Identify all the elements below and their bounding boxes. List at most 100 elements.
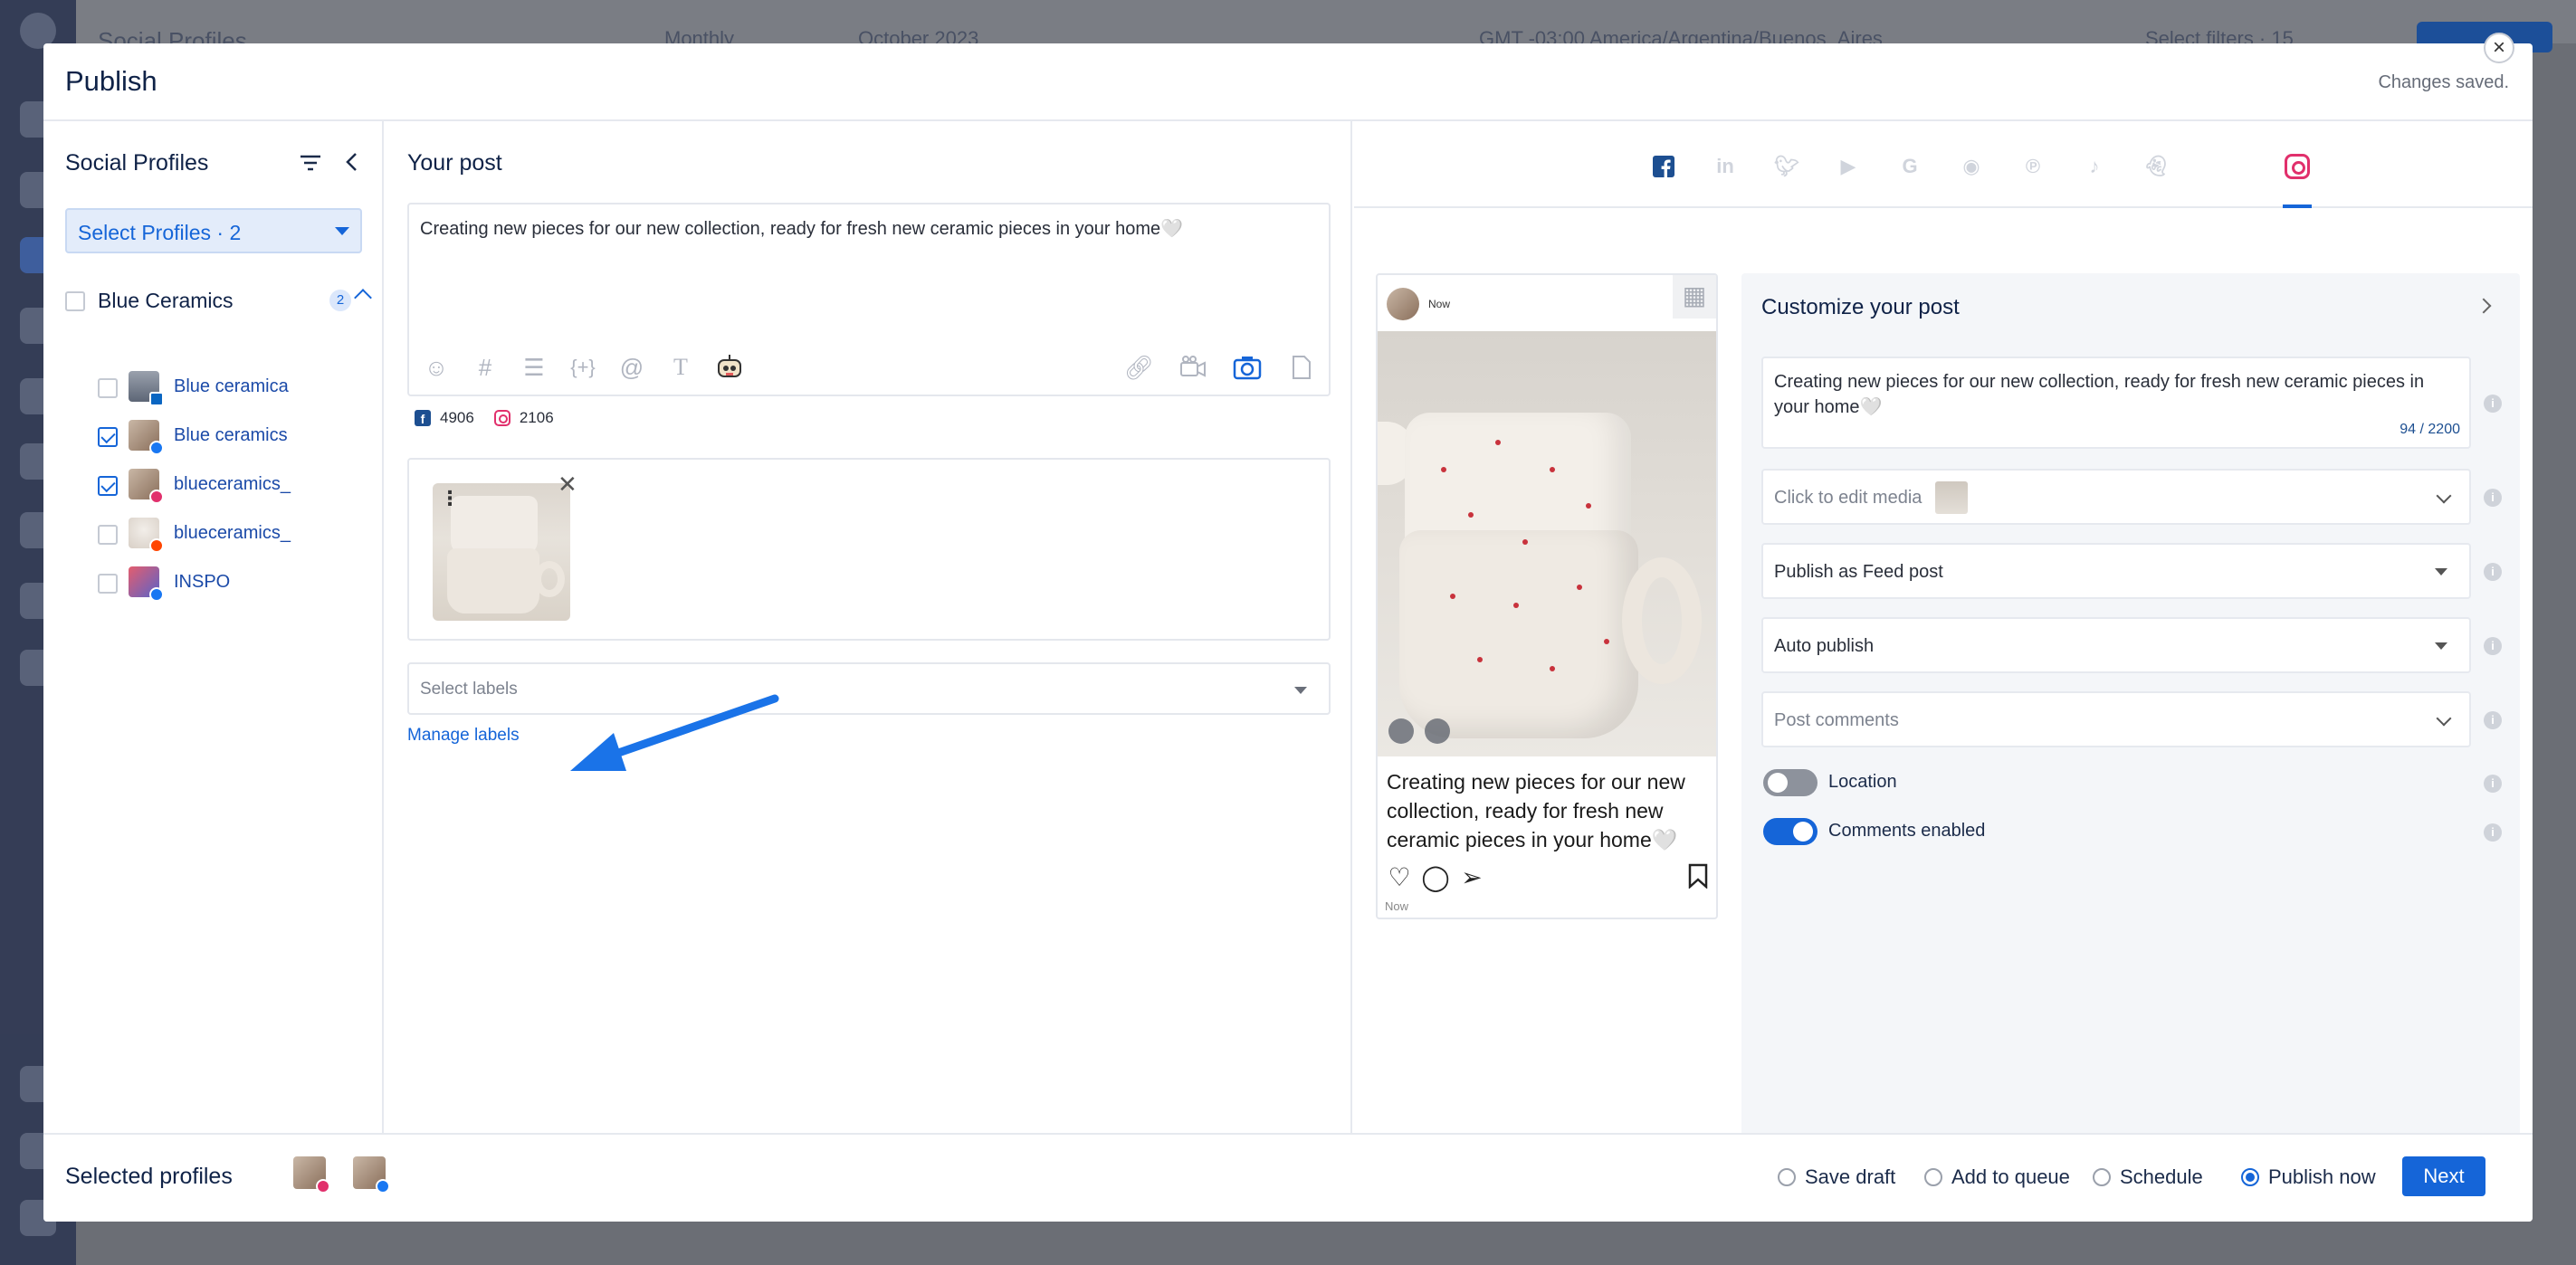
facebook-icon xyxy=(149,441,164,455)
chevron-down-icon xyxy=(2436,710,2452,727)
avatar xyxy=(1387,288,1419,320)
profile-row[interactable]: blueceramics_ xyxy=(98,518,369,554)
publish-as-select[interactable]: Publish as Feed post xyxy=(1761,543,2471,599)
avatar xyxy=(129,566,164,602)
chevron-down-icon xyxy=(2436,488,2452,504)
product-tag-icon[interactable] xyxy=(1425,718,1450,744)
tab-reddit[interactable]: ◉ xyxy=(1957,152,1986,181)
labels-dropdown[interactable]: Select labels xyxy=(407,662,1331,715)
camera-icon[interactable] xyxy=(1231,351,1264,384)
caret-down-icon xyxy=(2435,642,2447,650)
group-count-badge: 2 xyxy=(329,290,351,311)
radio-button[interactable] xyxy=(2241,1168,2259,1186)
profile-name: INSPO xyxy=(174,572,231,592)
manage-labels-link[interactable]: Manage labels xyxy=(407,726,520,746)
character-counter: 94 / 2200 xyxy=(2399,422,2460,437)
comments-toggle[interactable] xyxy=(1763,818,1818,845)
info-icon[interactable]: i xyxy=(2484,711,2502,729)
document-icon[interactable] xyxy=(1285,351,1318,384)
video-icon[interactable] xyxy=(1177,351,1209,384)
schedule-option[interactable]: Schedule xyxy=(2093,1165,2203,1189)
avatar[interactable] xyxy=(293,1156,330,1194)
chevron-up-icon[interactable] xyxy=(354,289,372,307)
app-topbar: Social Profiles Monthly October 2023 GMT… xyxy=(76,0,2576,54)
tab-snapchat[interactable]: 👻︎ xyxy=(2142,152,2171,181)
save-draft-option[interactable]: Save draft xyxy=(1778,1165,1895,1189)
instagram-icon xyxy=(149,490,164,504)
post-text[interactable]: Creating new pieces for our new collecti… xyxy=(420,217,1183,240)
close-icon[interactable]: × xyxy=(2484,33,2514,63)
modal-title: Publish xyxy=(65,65,157,97)
info-icon[interactable]: i xyxy=(2484,823,2502,842)
user-tag-icon[interactable] xyxy=(1388,718,1414,744)
tab-linkedin[interactable]: in xyxy=(1711,152,1740,181)
profile-checkbox[interactable] xyxy=(98,427,118,447)
chevron-right-icon[interactable] xyxy=(2476,298,2492,314)
character-counts: f 4906 2106 xyxy=(415,409,554,427)
instagram-count-value: 2106 xyxy=(519,409,554,426)
preview-customize-panel: in 🐦︎ ▶ G ◉ ℗ ♪ 👻︎ Now ▦ Creating new pi… xyxy=(1354,121,2533,1151)
group-checkbox[interactable] xyxy=(65,291,85,311)
add-to-queue-option[interactable]: Add to queue xyxy=(1924,1165,2070,1189)
variable-icon[interactable]: {+} xyxy=(567,351,599,384)
profile-checkbox[interactable] xyxy=(98,476,118,496)
tab-pinterest[interactable]: ℗ xyxy=(2018,152,2047,181)
post-text-editor[interactable]: Creating new pieces for our new collecti… xyxy=(407,203,1331,396)
text-format-icon[interactable]: T xyxy=(664,351,697,384)
profile-checkbox[interactable] xyxy=(98,378,118,398)
profile-row[interactable]: Blue ceramica xyxy=(98,371,369,407)
info-icon[interactable]: i xyxy=(2484,395,2502,413)
publish-now-option[interactable]: Publish now xyxy=(2241,1165,2376,1189)
emoji-icon[interactable]: ☺ xyxy=(420,351,453,384)
profile-row[interactable]: blueceramics_ xyxy=(98,469,369,505)
radio-button[interactable] xyxy=(1778,1168,1796,1186)
tab-youtube[interactable]: ▶ xyxy=(1834,152,1863,181)
robot-icon[interactable] xyxy=(713,351,746,384)
tab-twitter[interactable]: 🐦︎ xyxy=(1772,152,1801,181)
grid-view-icon[interactable]: ▦ xyxy=(1673,275,1716,319)
link-icon[interactable]: 🔗︎ xyxy=(1122,351,1155,384)
info-icon[interactable]: i xyxy=(2484,775,2502,793)
info-icon[interactable]: i xyxy=(2484,563,2502,581)
hashtag-icon[interactable]: # xyxy=(469,351,501,384)
post-comments-placeholder: Post comments xyxy=(1774,710,1899,730)
mention-icon[interactable]: @ xyxy=(615,351,648,384)
preview-actions: ♡ ◯ ➢ xyxy=(1385,863,1713,894)
info-icon[interactable]: i xyxy=(2484,637,2502,655)
profile-row[interactable]: Blue ceramics xyxy=(98,420,369,456)
filter-icon[interactable] xyxy=(299,152,322,174)
radio-button[interactable] xyxy=(2093,1168,2111,1186)
facebook-count: f 4906 xyxy=(415,409,474,427)
tab-instagram[interactable] xyxy=(2283,152,2312,181)
remove-media-icon[interactable]: ✕ xyxy=(558,471,577,499)
collapse-panel-icon[interactable] xyxy=(342,150,362,174)
custom-caption-text[interactable]: Creating new pieces for our new collecti… xyxy=(1774,369,2444,420)
info-icon[interactable]: i xyxy=(2484,489,2502,507)
post-comments-field[interactable]: Post comments xyxy=(1761,691,2471,747)
select-profiles-dropdown[interactable]: Select Profiles · 2 xyxy=(65,208,362,253)
preview-header: Now ▦ xyxy=(1378,275,1716,331)
selected-profiles-label: Selected profiles xyxy=(65,1164,233,1189)
next-button[interactable]: Next xyxy=(2402,1156,2485,1196)
instagram-icon xyxy=(2285,154,2310,179)
custom-caption-field[interactable]: Creating new pieces for our new collecti… xyxy=(1761,357,2471,449)
edit-media-field[interactable]: Click to edit media xyxy=(1761,469,2471,525)
location-label: Location xyxy=(1828,772,1897,792)
profile-checkbox[interactable] xyxy=(98,574,118,594)
location-toggle[interactable] xyxy=(1763,769,1818,796)
profile-row[interactable]: INSPO xyxy=(98,566,369,603)
more-options-icon[interactable]: ⋮ xyxy=(440,487,460,510)
text-block-icon[interactable]: ☰ xyxy=(518,351,550,384)
publish-mode-select[interactable]: Auto publish xyxy=(1761,617,2471,673)
comments-label: Comments enabled xyxy=(1828,821,1986,841)
tab-google[interactable]: G xyxy=(1895,152,1924,181)
profile-checkbox[interactable] xyxy=(98,525,118,545)
tab-tiktok[interactable]: ♪ xyxy=(2080,152,2109,181)
profile-name: Blue ceramics xyxy=(174,425,288,445)
radio-button[interactable] xyxy=(1924,1168,1942,1186)
media-attachment-area[interactable]: ⋮ ✕ xyxy=(407,458,1331,641)
avatar[interactable] xyxy=(353,1156,390,1194)
avatar xyxy=(129,371,164,406)
tab-facebook[interactable] xyxy=(1649,152,1678,181)
profile-group-row[interactable]: Blue Ceramics 2 xyxy=(65,286,372,317)
